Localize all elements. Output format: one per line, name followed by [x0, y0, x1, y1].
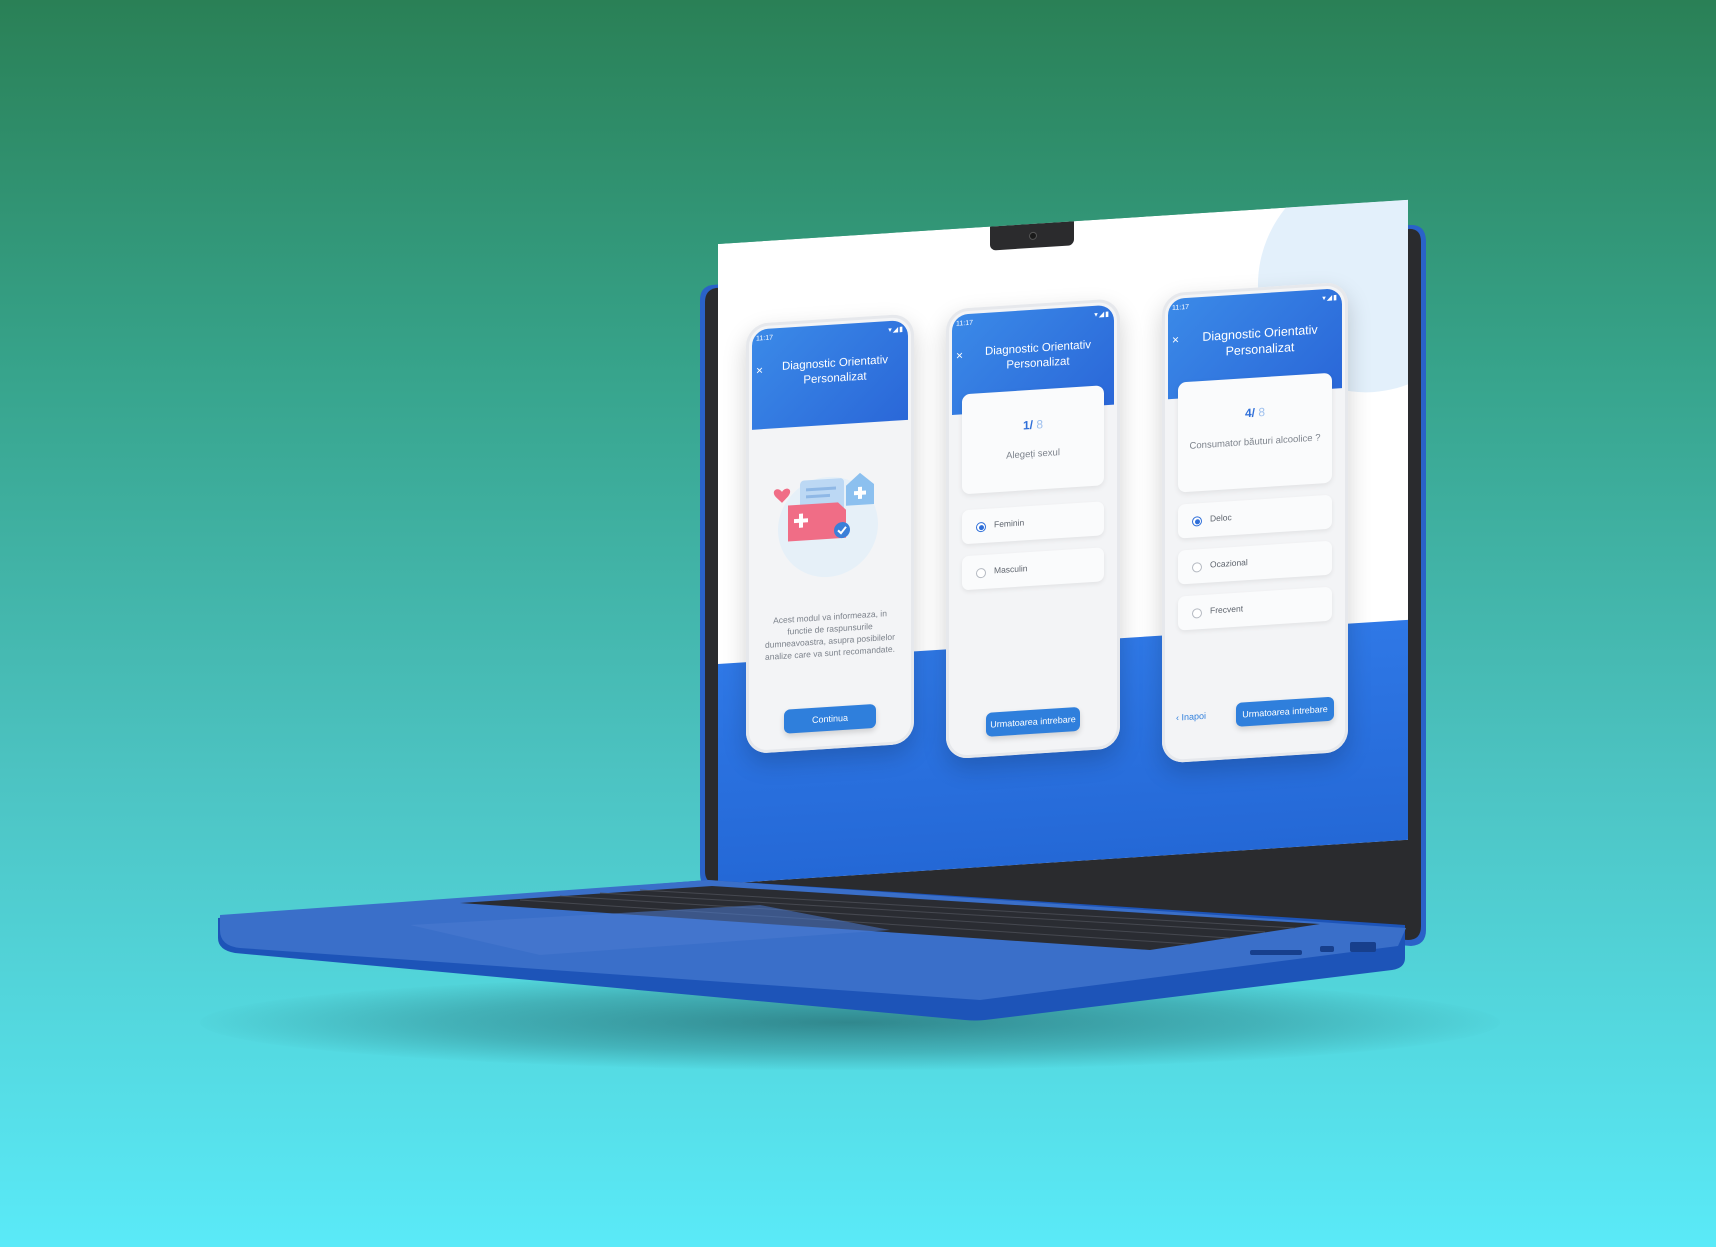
laptop-base	[218, 880, 1406, 1021]
